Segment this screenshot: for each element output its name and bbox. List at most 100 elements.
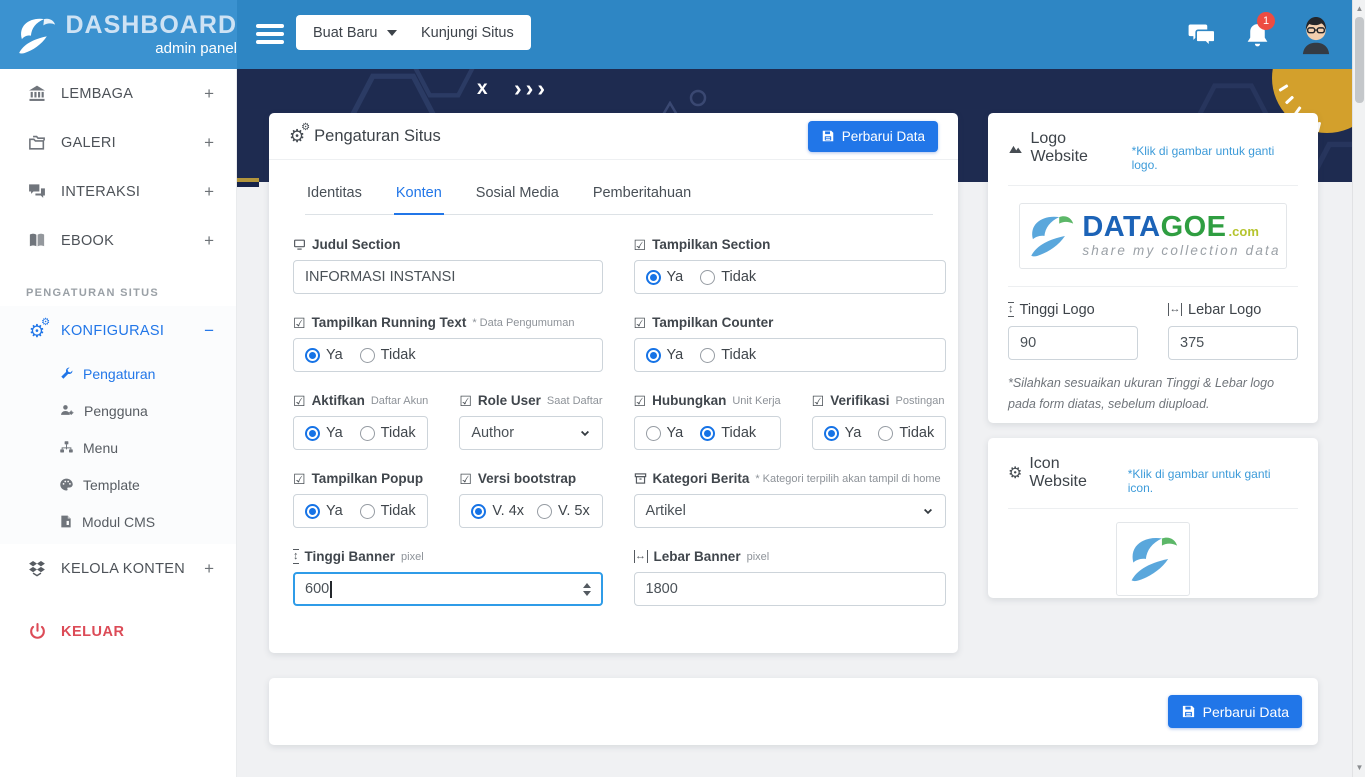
radio-on-icon[interactable] (700, 426, 715, 441)
checkbox-icon: ☑ (812, 394, 825, 408)
sidebar-subitem-pengaturan[interactable]: Pengaturan (0, 355, 236, 392)
radio-ya[interactable]: Ya (305, 347, 343, 363)
user-avatar[interactable] (1295, 13, 1337, 55)
lebar-logo-input[interactable] (1168, 326, 1298, 360)
tinggi-logo-input[interactable] (1008, 326, 1138, 360)
radio-tidak[interactable]: Tidak (878, 425, 934, 441)
expand-plus-icon[interactable]: + (204, 133, 214, 153)
radio-on-icon[interactable] (305, 426, 320, 441)
radio-tidak[interactable]: Tidak (700, 269, 756, 285)
radio-off-icon[interactable] (646, 426, 661, 441)
radio-on-icon[interactable] (305, 348, 320, 363)
radio-on-icon[interactable] (471, 504, 486, 519)
radio-tidak[interactable]: Tidak (360, 503, 416, 519)
messages-icon[interactable] (1188, 22, 1216, 48)
checkbox-icon: ☑ (459, 472, 472, 486)
lebar-banner-input[interactable] (634, 572, 947, 606)
folder-icon (26, 133, 48, 152)
radio-off-icon[interactable] (878, 426, 893, 441)
radio-off-icon[interactable] (360, 504, 375, 519)
tinggi-banner-input[interactable]: 600 (293, 572, 603, 606)
radio-v5x[interactable]: V. 5x (537, 503, 590, 519)
sidebar-item-keluar[interactable]: KELUAR (0, 607, 236, 656)
radio-v4x[interactable]: V. 4x (471, 503, 524, 519)
radio-tidak[interactable]: Tidak (700, 425, 756, 441)
visit-site-button[interactable]: Kunjungi Situs (404, 15, 531, 50)
radio-off-icon[interactable] (537, 504, 552, 519)
radio-ya[interactable]: Ya (646, 347, 684, 363)
sidebar-item-ebook[interactable]: EBOOK + (0, 216, 236, 265)
radio-tidak[interactable]: Tidak (360, 347, 416, 363)
save-icon (1181, 704, 1196, 719)
change-logo-hint[interactable]: *Klik di gambar untuk ganti logo. (1132, 144, 1298, 172)
sidebar-subitem-pengguna[interactable]: Pengguna (0, 392, 236, 429)
expand-plus-icon[interactable]: + (204, 559, 214, 579)
expand-plus-icon[interactable]: + (204, 182, 214, 202)
radio-on-icon[interactable] (646, 348, 661, 363)
book-icon (26, 231, 48, 250)
radio-ya[interactable]: Ya (646, 269, 684, 285)
site-logo-image[interactable]: DATAGOE.com share my collection data (1019, 203, 1287, 269)
radio-off-icon[interactable] (360, 426, 375, 441)
sidebar-item-konfigurasi[interactable]: ⚙ KONFIGURASI − (0, 306, 236, 355)
change-icon-hint[interactable]: *Klik di gambar untuk ganti icon. (1128, 467, 1298, 495)
tab-pemberitahuan[interactable]: Pemberitahuan (591, 174, 693, 214)
radio-on-icon[interactable] (305, 504, 320, 519)
site-favicon-image[interactable] (1116, 522, 1190, 596)
archive-icon (634, 472, 647, 485)
chevron-down-icon (579, 427, 591, 439)
radio-on-icon[interactable] (646, 270, 661, 285)
field-tinggi-logo: ↕ Tinggi Logo (1008, 302, 1138, 360)
logo-text-data: DATA (1082, 213, 1160, 242)
sidebar-item-galeri[interactable]: GALERI + (0, 118, 236, 167)
gears-icon: ⚙ (26, 322, 48, 340)
wrench-icon (59, 366, 74, 381)
radio-off-icon[interactable] (700, 348, 715, 363)
konfigurasi-block: ⚙ KONFIGURASI − Pengaturan Pengguna Menu… (0, 306, 236, 544)
tab-sosial-media[interactable]: Sosial Media (474, 174, 561, 214)
vertical-scrollbar[interactable]: ▲ ▼ (1352, 0, 1365, 777)
sidebar-item-kelola-konten[interactable]: KELOLA KONTEN + (0, 544, 236, 593)
sidebar-subitem-template[interactable]: Template (0, 466, 236, 503)
sidebar-subitem-modul-cms[interactable]: Modul CMS (0, 503, 236, 540)
judul-section-input[interactable] (293, 260, 603, 294)
update-data-button[interactable]: Perbarui Data (1168, 695, 1302, 728)
menu-toggle-icon[interactable] (256, 24, 284, 48)
tab-konten[interactable]: Konten (394, 174, 444, 215)
kategori-berita-select[interactable]: Artikel (634, 494, 947, 528)
expand-plus-icon[interactable]: + (204, 231, 214, 251)
update-data-button[interactable]: Perbarui Data (808, 121, 938, 152)
tab-identitas[interactable]: Identitas (305, 174, 364, 214)
sidebar-subitem-menu[interactable]: Menu (0, 429, 236, 466)
brand-logo[interactable]: DASHBOARD admin panel (0, 0, 237, 69)
scrollbar-thumb[interactable] (1355, 17, 1364, 103)
radio-tidak[interactable]: Tidak (700, 347, 756, 363)
image-icon (1008, 142, 1023, 155)
role-user-select[interactable]: Author (459, 416, 602, 450)
gears-icon: ⚙ (289, 127, 305, 145)
settings-form: Judul Section ☑ Tampilkan Section Ya Tid… (269, 215, 958, 606)
collapse-minus-icon[interactable]: − (204, 321, 214, 341)
radio-ya[interactable]: Ya (646, 425, 684, 441)
content-box-icon (26, 559, 48, 578)
settings-card: ⚙ Pengaturan Situs Perbarui Data Identit… (269, 113, 958, 653)
radio-on-icon[interactable] (824, 426, 839, 441)
scroll-up-icon[interactable]: ▲ (1353, 4, 1365, 13)
sidebar-item-interaksi[interactable]: INTERAKSI + (0, 167, 236, 216)
chevron-down-icon (922, 505, 934, 517)
field-tampilkan-section: ☑ Tampilkan Section Ya Tidak (634, 237, 947, 294)
radio-ya[interactable]: Ya (305, 503, 343, 519)
datagoe-bird-icon (1025, 213, 1077, 259)
checkbox-icon: ☑ (634, 394, 647, 408)
create-new-button[interactable]: Buat Baru (296, 15, 414, 50)
radio-ya[interactable]: Ya (824, 425, 862, 441)
scroll-down-icon[interactable]: ▼ (1353, 763, 1365, 772)
radio-tidak[interactable]: Tidak (360, 425, 416, 441)
notification-badge: 1 (1257, 12, 1275, 30)
expand-plus-icon[interactable]: + (204, 84, 214, 104)
radio-off-icon[interactable] (360, 348, 375, 363)
radio-ya[interactable]: Ya (305, 425, 343, 441)
radio-off-icon[interactable] (700, 270, 715, 285)
sidebar-item-lembaga[interactable]: LEMBAGA + (0, 69, 236, 118)
number-spinner[interactable] (583, 583, 591, 596)
